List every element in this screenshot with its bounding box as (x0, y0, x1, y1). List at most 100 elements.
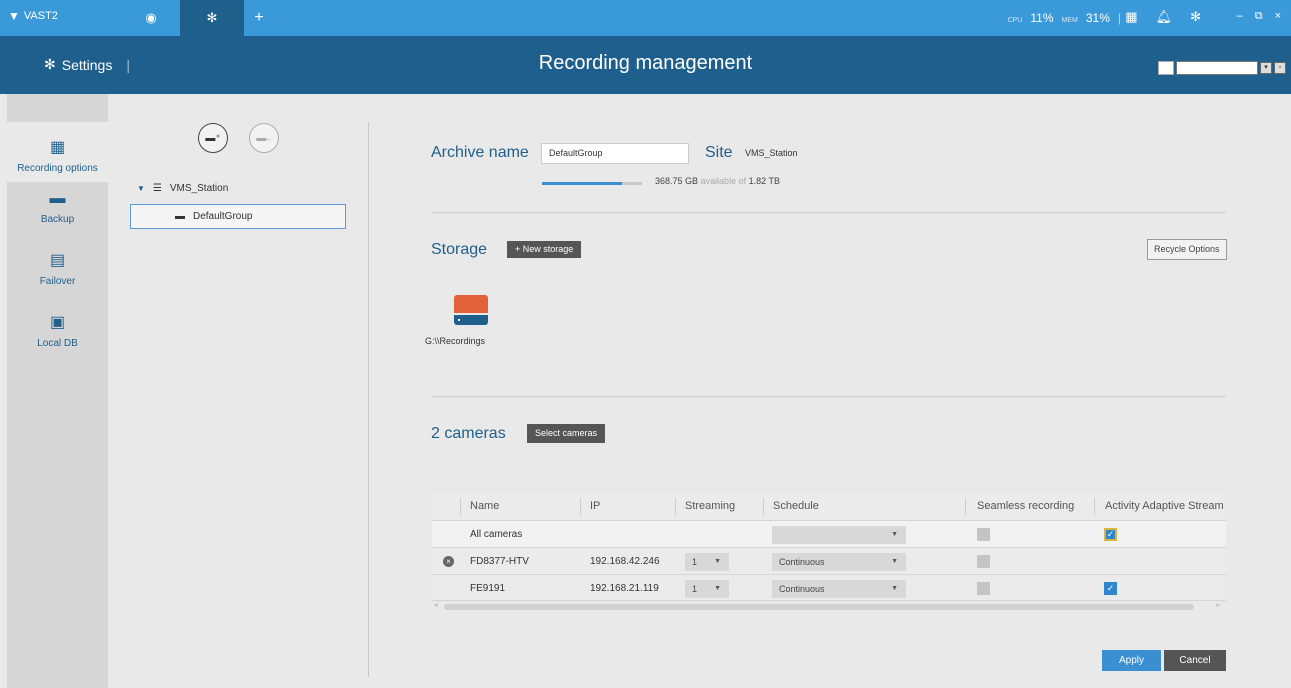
expand-arrow-icon[interactable]: ▼ (137, 184, 145, 193)
camera-name: FD8377-HTV (470, 556, 529, 567)
column-header-name[interactable]: Name (470, 493, 499, 520)
schedule-value: Continuous (779, 584, 825, 594)
all-schedule-select[interactable]: ▼ (772, 526, 906, 544)
select-cameras-button[interactable]: Select cameras (527, 424, 606, 443)
tree-root-node[interactable]: ▼ ☰ VMS_Station (137, 183, 228, 194)
seamless-checkbox[interactable] (977, 555, 990, 568)
window-controls: – ⧉ × (1237, 10, 1281, 23)
backup-drive-icon: ▬ (49, 190, 66, 207)
site-label: Site (705, 144, 733, 161)
camera-ip: 192.168.21.119 (590, 583, 659, 594)
column-header-seamless[interactable]: Seamless recording (977, 493, 1074, 520)
add-group-button[interactable]: ▬⁺ (198, 123, 228, 153)
archive-name-label: Archive name (431, 144, 529, 161)
plus-icon: + (254, 9, 264, 26)
camera-ip: 192.168.42.246 (590, 556, 660, 567)
mem-label: MEM (1061, 17, 1078, 24)
column-separator (580, 498, 581, 515)
scroll-left-icon[interactable]: ◂ (434, 601, 438, 609)
header-combo: ▾ ▫ (1158, 61, 1286, 75)
top-icons: ▦ 🔔︎ ✻ (1125, 9, 1201, 25)
table-header-row: Name IP Streaming Schedule Seamless reco… (432, 493, 1226, 520)
calendar-icon: ▦ (49, 139, 66, 156)
combo-input[interactable] (1176, 61, 1258, 75)
settings-gear-icon[interactable]: ✻ (1190, 9, 1201, 25)
tab-liveview[interactable]: ◉ (126, 0, 176, 36)
column-header-streaming[interactable]: Streaming (685, 493, 735, 520)
scrollbar-thumb[interactable] (444, 604, 1194, 610)
stats-separator: | (1117, 11, 1121, 25)
tree-root-label: VMS_Station (169, 183, 229, 194)
column-header-adaptive[interactable]: Activity Adaptive Stream (1105, 493, 1224, 520)
remove-camera-icon[interactable]: × (443, 556, 454, 567)
horizontal-scrollbar[interactable]: ◂ ▸ (432, 601, 1226, 611)
local-db-icon: ▣ (49, 314, 66, 331)
grid-icon[interactable]: ▦ (1125, 9, 1137, 25)
system-stats: CPU 11% MEM 31% | (1008, 11, 1121, 25)
apply-button[interactable]: Apply (1102, 650, 1161, 671)
app-name: VAST2 (23, 10, 58, 22)
sidebar-item-local-db[interactable]: ▣ Local DB (7, 312, 108, 362)
sidebar-item-recording-options[interactable]: ▦ Recording options (7, 122, 108, 182)
adaptive-checkbox[interactable]: ✓ (1104, 582, 1117, 595)
sidebar-item-failover[interactable]: ▤ Failover (7, 250, 108, 300)
mem-value: 31% (1085, 11, 1110, 25)
close-button[interactable]: × (1275, 10, 1281, 23)
server-icon: ☰ (152, 183, 162, 194)
chevron-down-icon: ▼ (891, 531, 898, 538)
vivotek-logo-icon: ▼ (8, 9, 20, 23)
stream-select[interactable]: 1 ▼ (685, 580, 729, 598)
schedule-select[interactable]: Continuous ▼ (772, 553, 906, 571)
restore-button[interactable]: ⧉ (1255, 10, 1263, 23)
archive-name-input[interactable]: DefaultGroup (541, 143, 689, 164)
all-cameras-label: All cameras (470, 529, 523, 540)
stream-select[interactable]: 1 ▼ (685, 553, 729, 571)
camera-name: FE9191 (470, 583, 506, 594)
tab-settings[interactable]: ✻ (180, 0, 244, 36)
all-adaptive-checkbox[interactable]: ✓ (1104, 528, 1117, 541)
section-divider (431, 212, 1226, 213)
remove-group-button[interactable]: ▬₋ (249, 123, 279, 153)
combo-extra-button[interactable]: ▫ (1274, 62, 1286, 74)
site-value: VMS_Station (745, 148, 798, 158)
capacity-text: 368.75 GB available of 1.82 TB (655, 176, 780, 186)
add-tab-button[interactable]: + (244, 0, 274, 36)
table-row: FE9191 192.168.21.119 1 ▼ Continuous ▼ ✓ (432, 574, 1226, 601)
seamless-checkbox[interactable] (977, 582, 990, 595)
stream-value: 1 (692, 584, 698, 594)
page-title: Recording management (538, 52, 753, 74)
tree-node-selected[interactable]: ▬ DefaultGroup (130, 204, 346, 229)
group-drive-icon: ▬ (175, 211, 185, 222)
recycle-options-button[interactable]: Recycle Options (1147, 239, 1227, 260)
chevron-down-icon: ▼ (714, 558, 721, 565)
column-separator (460, 498, 461, 515)
cancel-button[interactable]: Cancel (1164, 650, 1226, 671)
storage-drive-icon[interactable] (454, 295, 488, 327)
sidebar-item-backup[interactable]: ▬ Backup (7, 190, 108, 240)
column-header-ip[interactable]: IP (590, 493, 600, 520)
combo-dropdown-button[interactable]: ▾ (1260, 62, 1272, 74)
add-group-icon: ▬⁺ (205, 132, 221, 144)
all-seamless-checkbox[interactable] (977, 528, 990, 541)
scroll-right-icon[interactable]: ▸ (1216, 601, 1220, 609)
cpu-label: CPU (1007, 17, 1023, 24)
cameras-table: Name IP Streaming Schedule Seamless reco… (432, 493, 1226, 601)
column-separator (1094, 498, 1095, 515)
app-logo: ▼ VAST2 (8, 9, 58, 23)
column-header-schedule[interactable]: Schedule (773, 493, 819, 520)
sidebar-item-label: Local DB (37, 338, 78, 349)
minimize-button[interactable]: – (1237, 10, 1243, 23)
bell-icon[interactable]: 🔔︎ (1156, 9, 1173, 25)
available-text: available of (700, 176, 747, 186)
chevron-down-icon: ▼ (891, 585, 898, 592)
section-divider (431, 396, 1226, 397)
schedule-select[interactable]: Continuous ▼ (772, 580, 906, 598)
new-storage-button[interactable]: + New storage (507, 241, 582, 258)
cpu-value: 11% (1030, 11, 1054, 25)
sidebar: ▦ Recording options ▬ Backup ▤ Failover … (7, 94, 108, 688)
eye-icon: ◉ (145, 10, 157, 25)
chevron-down-icon: ▼ (891, 558, 898, 565)
tree-node-label: DefaultGroup (193, 211, 253, 222)
storage-path: G:\\Recordings (425, 336, 486, 346)
capacity-bar (542, 182, 642, 185)
